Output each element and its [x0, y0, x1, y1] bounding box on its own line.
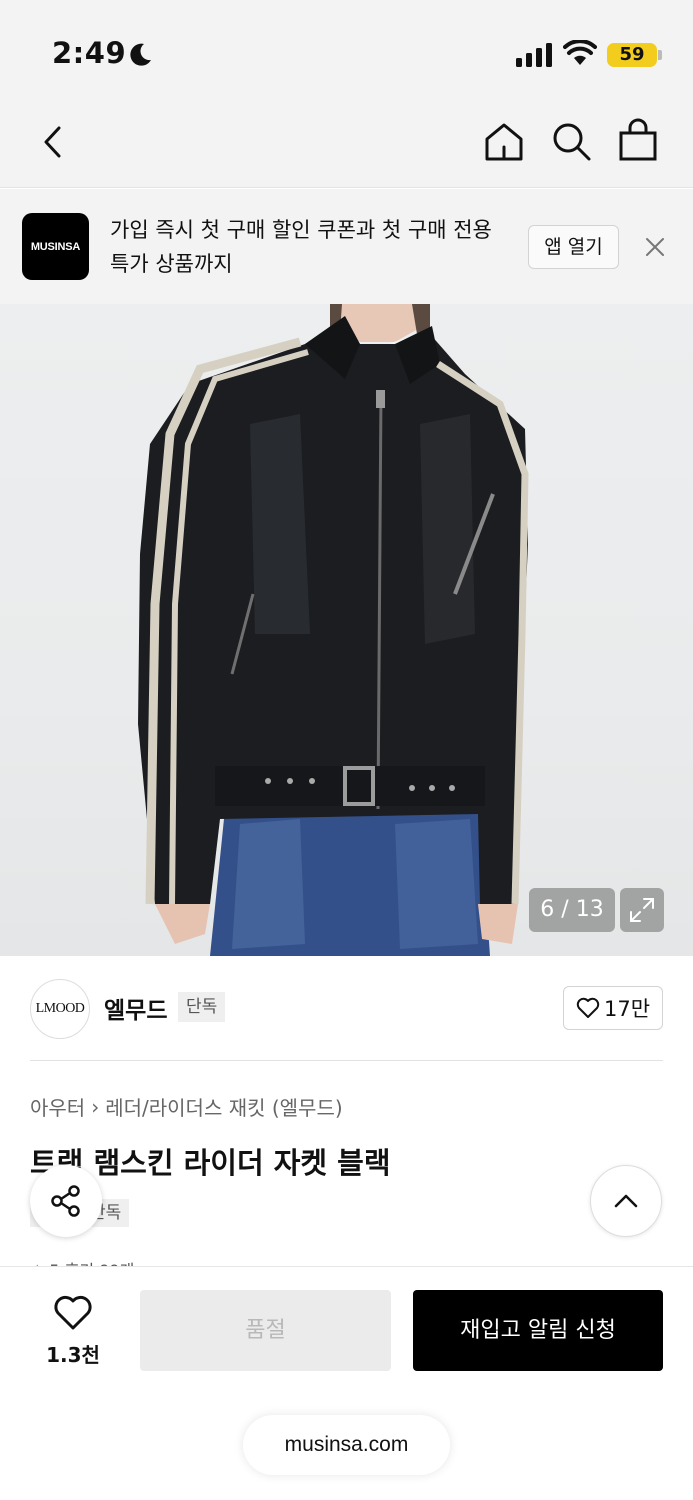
- share-button[interactable]: [30, 1165, 102, 1237]
- wishlist-button[interactable]: 1.3천: [40, 1295, 106, 1368]
- brand-like-count: 17만: [603, 997, 651, 1021]
- soldout-button: 품절: [140, 1290, 391, 1371]
- signal-icon: [516, 43, 552, 67]
- nav-bar: [0, 100, 693, 188]
- breadcrumb-category[interactable]: 아우터: [30, 1096, 85, 1120]
- search-icon[interactable]: [550, 120, 594, 164]
- chevron-up-icon: [614, 1194, 638, 1208]
- chevron-right-icon: ›: [91, 1094, 100, 1119]
- battery-tip: [658, 50, 662, 60]
- product-photo-leather-jacket: [138, 304, 529, 956]
- bottom-action-bar: 1.3천 품절 재입고 알림 신청 musinsa.com: [0, 1266, 693, 1500]
- open-app-button[interactable]: 앱 열기: [528, 225, 619, 269]
- status-time: 2:49: [52, 36, 127, 70]
- scroll-to-top-button[interactable]: [590, 1165, 662, 1237]
- brand-name[interactable]: 엘무드: [104, 991, 167, 1025]
- product-image-gallery[interactable]: 6 / 13: [0, 304, 693, 956]
- exclusive-badge: 단독: [178, 992, 226, 1022]
- heart-icon: [576, 997, 600, 1018]
- wifi-icon: [563, 40, 597, 65]
- expand-icon: [630, 898, 654, 922]
- rating-summary: ★ 5 후기 99개: [30, 1257, 134, 1266]
- brand-logo[interactable]: LMOOD: [30, 979, 90, 1039]
- status-bar: 2:49 59: [0, 0, 693, 100]
- banner-message: 가입 즉시 첫 구매 할인 쿠폰과 첫 구매 전용 특가 상품까지: [110, 218, 492, 276]
- heart-icon: [54, 1295, 92, 1330]
- battery-indicator: 59: [607, 43, 657, 67]
- app-install-banner: MUSINSA 가입 즉시 첫 구매 할인 쿠폰과 첫 구매 전용 특가 상품까…: [0, 189, 693, 304]
- share-icon: [51, 1185, 80, 1217]
- moon-icon: [130, 43, 151, 66]
- breadcrumb: 아우터 › 레더/라이더스 재킷 (엘무드): [30, 1092, 343, 1121]
- wishlist-count: 1.3천: [46, 1343, 100, 1367]
- image-counter: 6 / 13: [529, 888, 615, 932]
- breadcrumb-subcategory[interactable]: 레더/라이더스 재킷 (엘무드): [105, 1096, 342, 1120]
- browser-url-bar[interactable]: musinsa.com: [243, 1415, 450, 1475]
- restock-alert-button[interactable]: 재입고 알림 신청: [413, 1290, 663, 1371]
- shopping-bag-icon[interactable]: [618, 118, 658, 162]
- close-icon[interactable]: [643, 235, 667, 259]
- home-icon[interactable]: [482, 120, 526, 164]
- brand-row: LMOOD 엘무드 단독 17만: [0, 957, 693, 1061]
- brand-like-button[interactable]: 17만: [563, 986, 663, 1030]
- fullscreen-button[interactable]: [620, 888, 664, 932]
- divider: [30, 1060, 663, 1061]
- musinsa-logo: MUSINSA: [22, 213, 89, 280]
- back-icon[interactable]: [34, 122, 74, 162]
